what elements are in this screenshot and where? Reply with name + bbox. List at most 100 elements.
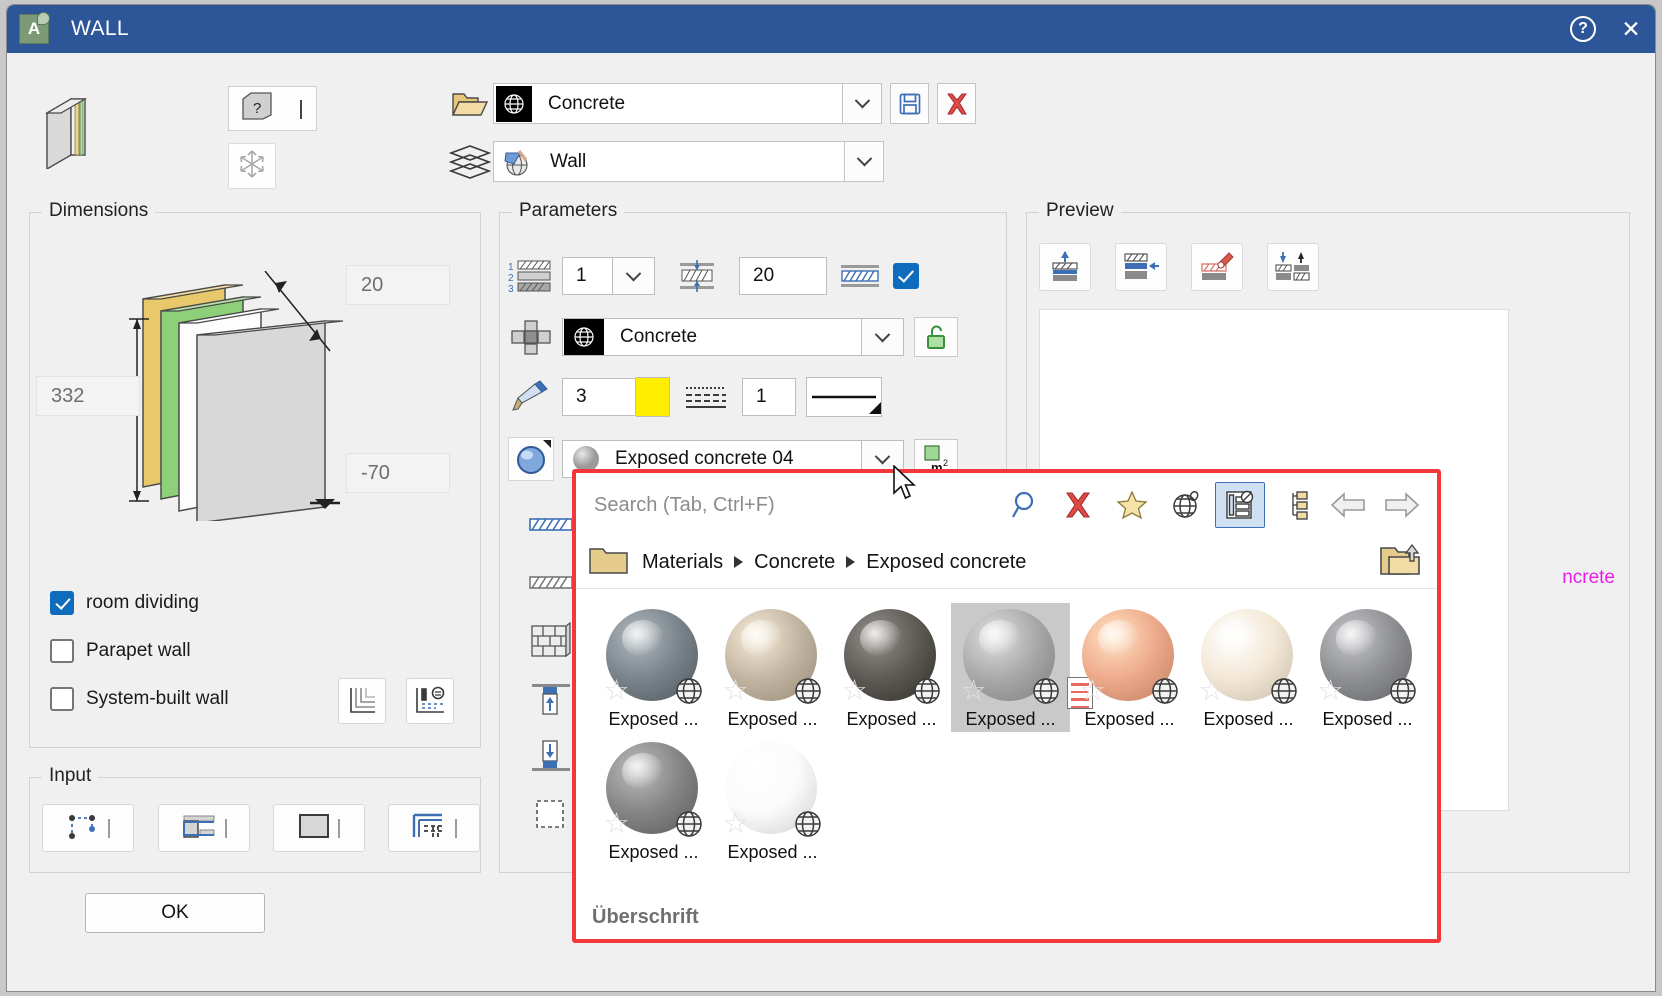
globe-icon[interactable]: [1161, 482, 1211, 528]
layer-swap-icon[interactable]: [1267, 243, 1319, 291]
surface-sphere-icon[interactable]: [500, 437, 562, 481]
breadcrumb-exposed-concrete[interactable]: Exposed concrete: [866, 551, 1026, 574]
material-item-label: Exposed ...: [1203, 709, 1293, 730]
checkbox-system-built-wall[interactable]: System-built wall: [50, 687, 229, 711]
favorite-star-icon[interactable]: ☆: [1199, 677, 1229, 707]
favorite-star-icon[interactable]: [1107, 482, 1157, 528]
line-type-icon: [670, 384, 742, 410]
checkbox-parapet-wall[interactable]: Parapet wall: [50, 639, 191, 663]
wall-height-field[interactable]: 332: [36, 376, 140, 416]
checkbox-room-dividing-box[interactable]: [50, 591, 74, 615]
layer-thickness-field[interactable]: 20: [739, 257, 827, 295]
help-button[interactable]: ?: [1559, 5, 1607, 53]
forward-arrow-icon[interactable]: [1377, 482, 1427, 528]
material-dropdown-button[interactable]: [862, 318, 904, 356]
line-preview-icon[interactable]: [806, 377, 882, 417]
title-bar: A WALL ? ✕: [7, 5, 1655, 53]
layer-number-dropdown[interactable]: [613, 257, 655, 295]
breadcrumb: Materials Concrete Exposed concrete: [576, 537, 1437, 589]
favorite-field[interactable]: Concrete: [493, 83, 843, 124]
input-legend: Input: [42, 765, 98, 787]
layer-move-up-icon[interactable]: [1039, 243, 1091, 291]
wall-type-selector[interactable]: ?: [228, 86, 317, 131]
layer-number-field[interactable]: 1: [562, 257, 613, 295]
chevron-down-icon: [108, 819, 110, 837]
material-field[interactable]: Concrete: [562, 318, 862, 356]
globe-icon: [793, 809, 825, 841]
layer-paint-icon[interactable]: [1191, 243, 1243, 291]
layer-field[interactable]: Wall: [493, 141, 845, 182]
input-mode-points-dropdown[interactable]: [42, 804, 134, 852]
material-item[interactable]: ☆Exposed ...: [713, 736, 832, 865]
favorite-thumbnail: [496, 86, 532, 122]
layers-stack-icon[interactable]: [447, 144, 493, 180]
input-mode-area-dropdown[interactable]: [273, 804, 365, 852]
layer-dropdown-button[interactable]: [845, 141, 884, 182]
favorite-star-icon[interactable]: ☆: [1080, 677, 1110, 707]
save-icon[interactable]: [890, 83, 929, 124]
favorite-star-icon[interactable]: ☆: [723, 677, 753, 707]
open-folder-icon[interactable]: [447, 89, 493, 119]
checkbox-parapet-wall-label: Parapet wall: [86, 640, 191, 662]
dimensions-legend: Dimensions: [42, 200, 155, 222]
layer-select-icon[interactable]: [1115, 243, 1167, 291]
favorite-star-icon[interactable]: ☆: [842, 677, 872, 707]
input-group: Input: [29, 777, 481, 873]
favorite-star-icon[interactable]: ☆: [723, 810, 753, 840]
checkbox-system-built-wall-box[interactable]: [50, 687, 74, 711]
material-item-label: Exposed ...: [727, 842, 817, 863]
checkbox-room-dividing[interactable]: room dividing: [50, 591, 199, 615]
material-item[interactable]: ☆Exposed ...: [594, 603, 713, 732]
hatch-visible-checkbox[interactable]: [893, 263, 919, 289]
list-view-icon[interactable]: [1215, 482, 1265, 528]
globe-icon: [912, 676, 944, 708]
wall-connection-settings-icon[interactable]: [406, 678, 454, 724]
freeze-button[interactable]: [228, 143, 276, 189]
pencil-icon: [500, 380, 562, 414]
delete-red-x-icon[interactable]: [937, 83, 976, 124]
folder-icon: [588, 544, 630, 581]
breadcrumb-materials[interactable]: Materials: [642, 551, 723, 574]
ok-button[interactable]: OK: [85, 893, 265, 933]
close-icon[interactable]: ✕: [1607, 5, 1655, 53]
material-item[interactable]: ☆Exposed ...: [951, 603, 1070, 732]
favorite-dropdown-button[interactable]: [843, 83, 882, 124]
material-item[interactable]: ☆Exposed ...: [1308, 603, 1427, 732]
tree-view-icon[interactable]: [1269, 482, 1319, 528]
input-mode-reference-line-dropdown[interactable]: [158, 804, 250, 852]
material-item[interactable]: ☆Exposed ...: [1189, 603, 1308, 732]
material-item[interactable]: ☆Exposed ...: [1070, 603, 1189, 732]
search-input[interactable]: Search (Tab, Ctrl+F): [594, 494, 999, 517]
folder-up-icon[interactable]: [1379, 543, 1425, 582]
search-icon[interactable]: [999, 482, 1049, 528]
material-thumbnail: ☆: [725, 742, 821, 838]
wall-base-offset-field[interactable]: -70: [346, 453, 450, 493]
input-mode-corner-dropdown[interactable]: [388, 804, 480, 852]
pen-number-field[interactable]: 3: [562, 378, 636, 416]
wall-thickness-top-field[interactable]: 20: [346, 265, 450, 305]
line-number-field[interactable]: 1: [742, 378, 796, 416]
wall-corner-icon[interactable]: [338, 678, 386, 724]
input-mode-area-icon: [298, 813, 330, 844]
svg-text:3: 3: [508, 284, 514, 293]
globe-icon: [674, 676, 706, 708]
favorite-star-icon[interactable]: ☆: [604, 677, 634, 707]
dimensions-group: Dimensions 20 332: [29, 212, 481, 748]
window-controls: ? ✕: [1559, 5, 1655, 53]
unlocked-green-icon[interactable]: [914, 317, 958, 357]
back-arrow-icon[interactable]: [1323, 482, 1373, 528]
svg-text:2: 2: [508, 273, 514, 284]
checkbox-parapet-wall-box[interactable]: [50, 639, 74, 663]
material-item-label: Exposed ...: [1322, 709, 1412, 730]
breadcrumb-concrete[interactable]: Concrete: [754, 551, 835, 574]
material-thumbnail: [564, 319, 604, 355]
delete-red-x-icon[interactable]: [1053, 482, 1103, 528]
material-item[interactable]: ☆Exposed ...: [832, 603, 951, 732]
material-item[interactable]: ☆Exposed ...: [713, 603, 832, 732]
favorite-value: Concrete: [548, 93, 625, 115]
favorite-star-icon[interactable]: ☆: [961, 677, 991, 707]
material-item[interactable]: ☆Exposed ...: [594, 736, 713, 865]
pen-color-swatch[interactable]: [636, 377, 670, 417]
favorite-star-icon[interactable]: ☆: [1318, 677, 1348, 707]
favorite-star-icon[interactable]: ☆: [604, 810, 634, 840]
